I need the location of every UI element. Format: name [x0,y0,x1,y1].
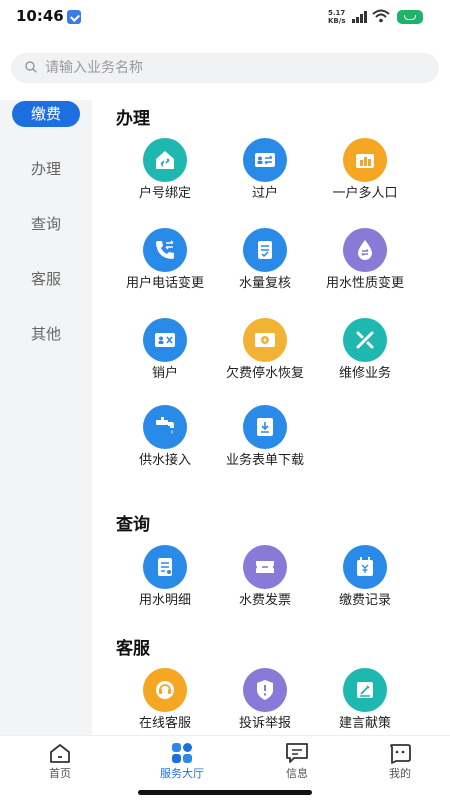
profile-face-icon [390,744,411,764]
service-label: 用水明细 [138,593,191,608]
service-label: 过户 [251,186,278,201]
message-icon [286,743,308,763]
sidebar-item-query[interactable]: 查询 [0,211,92,237]
water-detail-icon [143,545,187,589]
service-repair[interactable]: 维修业务 [315,318,415,388]
wifi-icon [372,9,390,23]
service-payment-record[interactable]: 缴费记录 [315,545,415,615]
service-content: 办理 户号绑定 过户 一户多人口 用户电话变更 水量复核 用水性质变更 销户 欠… [92,100,450,735]
service-online-support[interactable]: 在线客服 [115,668,215,735]
service-form-download[interactable]: 业务表单下载 [215,405,315,485]
service-label: 水量复核 [238,276,291,291]
section-title-query: 查询 [116,515,150,535]
service-label: 投诉举报 [238,716,291,731]
signal-icon [352,11,368,23]
complaint-shield-icon [243,668,287,712]
account-cancel-icon [143,318,187,362]
water-tap-icon [143,405,187,449]
service-water-nature-change[interactable]: 用水性质变更 [315,228,415,308]
download-form-icon [243,405,287,449]
service-arrears-restore[interactable]: 欠费停水恢复 [215,318,315,398]
nav-item-home[interactable]: 首页 [4,736,116,786]
search-input[interactable] [45,53,425,83]
home-indicator[interactable] [138,790,312,795]
network-speed: 5.17 KB/s [328,9,346,25]
water-drop-change-icon [343,228,387,272]
service-label: 用水性质变更 [325,276,404,291]
service-label: 欠费停水恢复 [225,366,304,381]
arrears-restore-icon [243,318,287,362]
section-title-handle: 办理 [116,109,150,129]
grid-apps-icon [172,743,192,763]
service-label: 水费发票 [238,593,291,608]
category-sidebar: 缴费 办理 查询 客服 其他 [0,100,92,735]
nav-item-messages[interactable]: 信息 [241,736,353,786]
service-label: 业务表单下载 [225,453,304,468]
online-service-icon [143,668,187,712]
service-water-access[interactable]: 供水接入 [115,405,215,475]
search-box[interactable] [11,53,439,83]
service-label: 建言献策 [338,716,391,731]
service-label: 户号绑定 [138,186,191,201]
service-label: 供水接入 [138,453,191,468]
search-icon [25,61,37,73]
service-label: 用户电话变更 [125,276,204,291]
service-house-bind[interactable]: 户号绑定 [115,138,215,208]
service-label: 在线客服 [138,716,191,731]
house-link-icon [143,138,187,182]
service-account-cancel[interactable]: 销户 [115,318,215,388]
sidebar-item-payment[interactable]: 缴费 [12,101,80,127]
nav-label: 首页 [49,767,71,780]
service-complaint[interactable]: 投诉举报 [215,668,315,735]
status-bar: 10:46 5.17 KB/s [0,0,450,34]
nav-label: 我的 [389,767,411,780]
nav-label: 服务大厅 [160,767,204,780]
section-title-service: 客服 [116,639,150,659]
payment-record-icon [343,545,387,589]
nav-label: 信息 [286,767,308,780]
service-label: 缴费记录 [338,593,391,608]
invoice-ticket-icon [243,545,287,589]
household-members-icon [343,138,387,182]
service-water-review[interactable]: 水量复核 [215,228,315,298]
service-label: 维修业务 [338,366,391,381]
service-multi-household[interactable]: 一户多人口 [315,138,415,218]
service-transfer[interactable]: 过户 [215,138,315,208]
nav-item-profile[interactable]: 我的 [344,736,450,786]
nav-item-service-hall[interactable]: 服务大厅 [126,736,238,786]
home-icon [50,744,70,763]
status-time: 10:46 [16,7,64,25]
service-suggestion[interactable]: 建言献策 [315,668,415,735]
phone-change-icon [143,228,187,272]
service-water-detail[interactable]: 用水明细 [115,545,215,615]
sidebar-item-service[interactable]: 客服 [0,266,92,292]
search-bar [0,34,450,100]
repair-tools-icon [343,318,387,362]
battery-icon [397,10,423,24]
notification-badge-icon [67,10,81,24]
service-label: 销户 [151,366,178,381]
service-water-invoice[interactable]: 水费发票 [215,545,315,615]
service-label: 一户多人口 [332,186,398,201]
water-review-icon [243,228,287,272]
service-phone-change[interactable]: 用户电话变更 [115,228,215,308]
sidebar-item-other[interactable]: 其他 [0,321,92,347]
suggestion-edit-icon [343,668,387,712]
sidebar-item-handle[interactable]: 办理 [0,156,92,182]
id-transfer-icon [243,138,287,182]
